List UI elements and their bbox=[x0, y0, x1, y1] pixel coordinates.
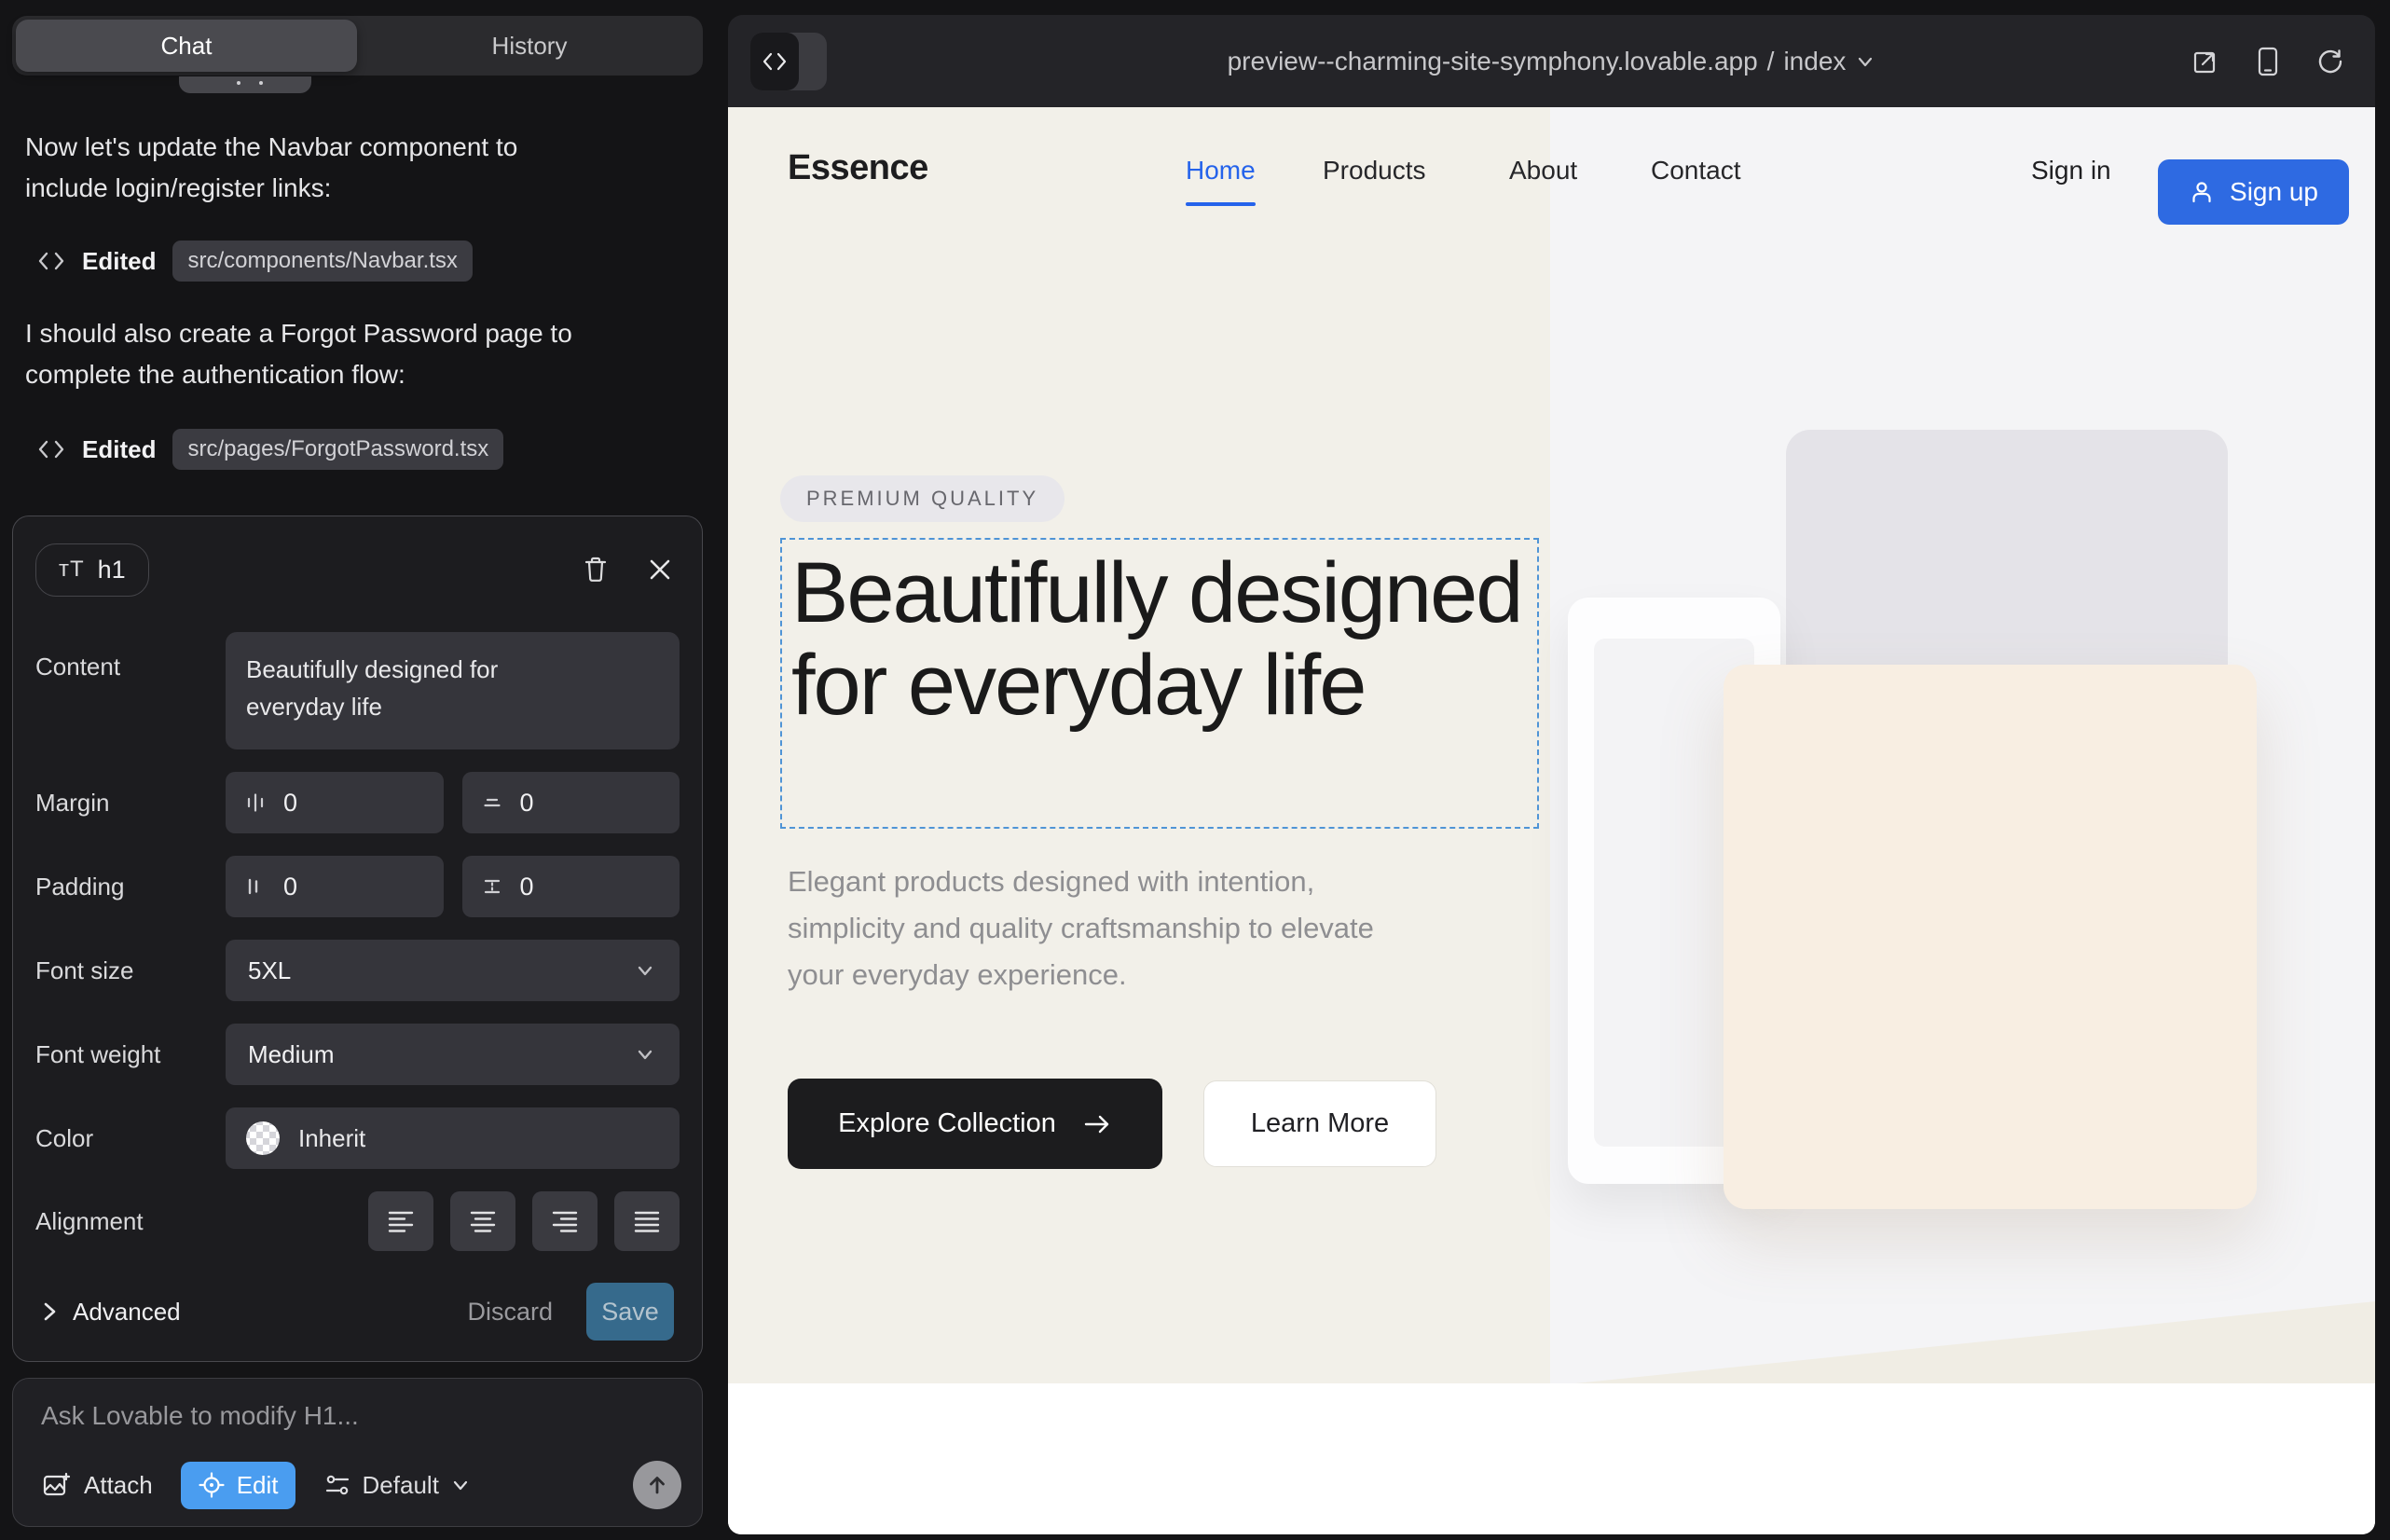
crosshair-icon bbox=[198, 1471, 226, 1499]
hero-heading[interactable]: Beautifully designed for everyday life bbox=[791, 547, 1528, 732]
align-center-icon bbox=[469, 1209, 497, 1233]
margin-horizontal-icon bbox=[244, 791, 267, 814]
transparent-swatch-icon bbox=[246, 1121, 280, 1155]
element-tag-label: h1 bbox=[98, 556, 126, 584]
margin-y-input[interactable]: 0 bbox=[462, 772, 680, 833]
margin-label: Margin bbox=[35, 789, 226, 818]
selected-element-pill[interactable]: тT h1 bbox=[35, 543, 149, 597]
model-selector[interactable]: Default bbox=[323, 1471, 471, 1500]
code-icon bbox=[37, 249, 65, 273]
scrolled-message-fragment bbox=[179, 76, 311, 93]
next-section-background bbox=[728, 1383, 2375, 1534]
element-editor-panel: тT h1 bbox=[12, 516, 703, 1362]
tab-history[interactable]: History bbox=[356, 16, 703, 76]
align-right-button[interactable] bbox=[532, 1191, 598, 1251]
discard-button[interactable]: Discard bbox=[467, 1298, 553, 1327]
site-navbar: Essence Home Products About Contact Sign… bbox=[728, 107, 2375, 243]
font-size-select[interactable]: 5XL bbox=[226, 940, 680, 1001]
file-chip[interactable]: src/pages/ForgotPassword.tsx bbox=[172, 429, 503, 470]
edited-label: Edited bbox=[82, 247, 156, 276]
nav-link-contact[interactable]: Contact bbox=[1651, 156, 1741, 186]
code-icon bbox=[37, 437, 65, 461]
nav-link-about[interactable]: About bbox=[1509, 156, 1577, 186]
preview-path: index bbox=[1783, 47, 1846, 76]
nav-link-home[interactable]: Home bbox=[1186, 156, 1256, 186]
color-select[interactable]: Inherit bbox=[226, 1107, 680, 1169]
font-size-label: Font size bbox=[35, 956, 226, 985]
arrow-right-icon bbox=[1082, 1113, 1112, 1135]
file-chip[interactable]: src/components/Navbar.tsx bbox=[172, 241, 472, 282]
send-button[interactable] bbox=[633, 1461, 681, 1509]
padding-y-input[interactable]: 0 bbox=[462, 856, 680, 917]
learn-more-button[interactable]: Learn More bbox=[1203, 1080, 1436, 1167]
padding-label: Padding bbox=[35, 873, 226, 901]
nav-link-products[interactable]: Products bbox=[1323, 156, 1426, 186]
align-right-icon bbox=[551, 1209, 579, 1233]
tab-chat[interactable]: Chat bbox=[16, 20, 357, 72]
font-weight-label: Font weight bbox=[35, 1040, 226, 1069]
content-input[interactable]: Beautifully designed for everyday life bbox=[226, 632, 680, 749]
preview-domain: preview--charming-site-symphony.lovable.… bbox=[1228, 47, 1758, 76]
attach-image-icon bbox=[41, 1470, 71, 1500]
decor-wedge bbox=[1575, 1301, 2375, 1383]
chat-composer[interactable]: Ask Lovable to modify H1... Attach bbox=[12, 1378, 703, 1527]
edited-file-row: Edited src/components/Navbar.tsx bbox=[37, 241, 473, 282]
chevron-right-icon bbox=[41, 1300, 58, 1323]
margin-vertical-icon bbox=[481, 791, 503, 814]
text-type-icon: тT bbox=[59, 557, 85, 583]
align-left-icon bbox=[387, 1209, 415, 1233]
chat-sidebar: Chat History Now let's update the Navbar… bbox=[0, 0, 727, 1540]
edited-label: Edited bbox=[82, 435, 156, 464]
path-separator: / bbox=[1767, 47, 1775, 76]
save-button[interactable]: Save bbox=[586, 1283, 674, 1341]
padding-x-input[interactable]: 0 bbox=[226, 856, 444, 917]
open-external-icon[interactable] bbox=[2191, 47, 2220, 76]
edited-file-row: Edited src/pages/ForgotPassword.tsx bbox=[37, 429, 503, 470]
padding-vertical-icon bbox=[481, 875, 503, 898]
mobile-preview-icon[interactable] bbox=[2256, 46, 2280, 77]
chevron-down-icon bbox=[1855, 51, 1875, 72]
site-preview: Essence Home Products About Contact Sign… bbox=[728, 107, 2375, 1534]
align-justify-icon bbox=[633, 1209, 661, 1233]
arrow-up-icon bbox=[646, 1474, 668, 1496]
margin-x-input[interactable]: 0 bbox=[226, 772, 444, 833]
user-icon bbox=[2189, 179, 2215, 205]
hero-art-panel bbox=[1550, 107, 2375, 1383]
sign-up-button[interactable]: Sign up bbox=[2158, 159, 2349, 225]
decor-card-cream bbox=[1724, 665, 2257, 1209]
alignment-label: Alignment bbox=[35, 1207, 226, 1236]
chevron-down-icon bbox=[633, 1042, 657, 1066]
assistant-message: I should also create a Forgot Password p… bbox=[25, 313, 594, 395]
h1-selection-outline[interactable]: Beautifully designed for everyday life bbox=[780, 538, 1539, 829]
font-weight-select[interactable]: Medium bbox=[226, 1024, 680, 1085]
delete-element-icon[interactable] bbox=[583, 556, 609, 584]
active-nav-underline bbox=[1186, 202, 1256, 206]
lovable-editor-window: Chat History Now let's update the Navbar… bbox=[0, 0, 2390, 1540]
advanced-toggle[interactable]: Advanced bbox=[41, 1298, 181, 1327]
assistant-message: Now let's update the Navbar component to… bbox=[25, 127, 594, 209]
composer-input[interactable]: Ask Lovable to modify H1... bbox=[41, 1401, 674, 1431]
chevron-down-icon bbox=[450, 1475, 471, 1495]
align-left-button[interactable] bbox=[368, 1191, 433, 1251]
chat-history-tabbar: Chat History bbox=[12, 16, 703, 76]
content-label: Content bbox=[35, 632, 226, 681]
preview-browser-window: preview--charming-site-symphony.lovable.… bbox=[728, 15, 2375, 1534]
padding-horizontal-icon bbox=[244, 875, 267, 898]
sign-in-link[interactable]: Sign in bbox=[2031, 156, 2111, 186]
premium-quality-badge: PREMIUM QUALITY bbox=[780, 475, 1065, 522]
color-label: Color bbox=[35, 1124, 226, 1153]
site-logo[interactable]: Essence bbox=[788, 148, 928, 188]
align-justify-button[interactable] bbox=[614, 1191, 680, 1251]
hero-description: Elegant products designed with intention… bbox=[788, 859, 1403, 998]
edit-mode-button[interactable]: Edit bbox=[181, 1462, 295, 1509]
close-panel-icon[interactable] bbox=[648, 557, 672, 582]
preview-url-bar[interactable]: preview--charming-site-symphony.lovable.… bbox=[728, 15, 2375, 107]
chevron-down-icon bbox=[633, 958, 657, 983]
refresh-icon[interactable] bbox=[2315, 47, 2345, 76]
browser-chrome-bar: preview--charming-site-symphony.lovable.… bbox=[728, 15, 2375, 107]
attach-button[interactable]: Attach bbox=[41, 1470, 153, 1500]
explore-collection-button[interactable]: Explore Collection bbox=[788, 1079, 1162, 1169]
sliders-icon bbox=[323, 1471, 351, 1499]
align-center-button[interactable] bbox=[450, 1191, 515, 1251]
